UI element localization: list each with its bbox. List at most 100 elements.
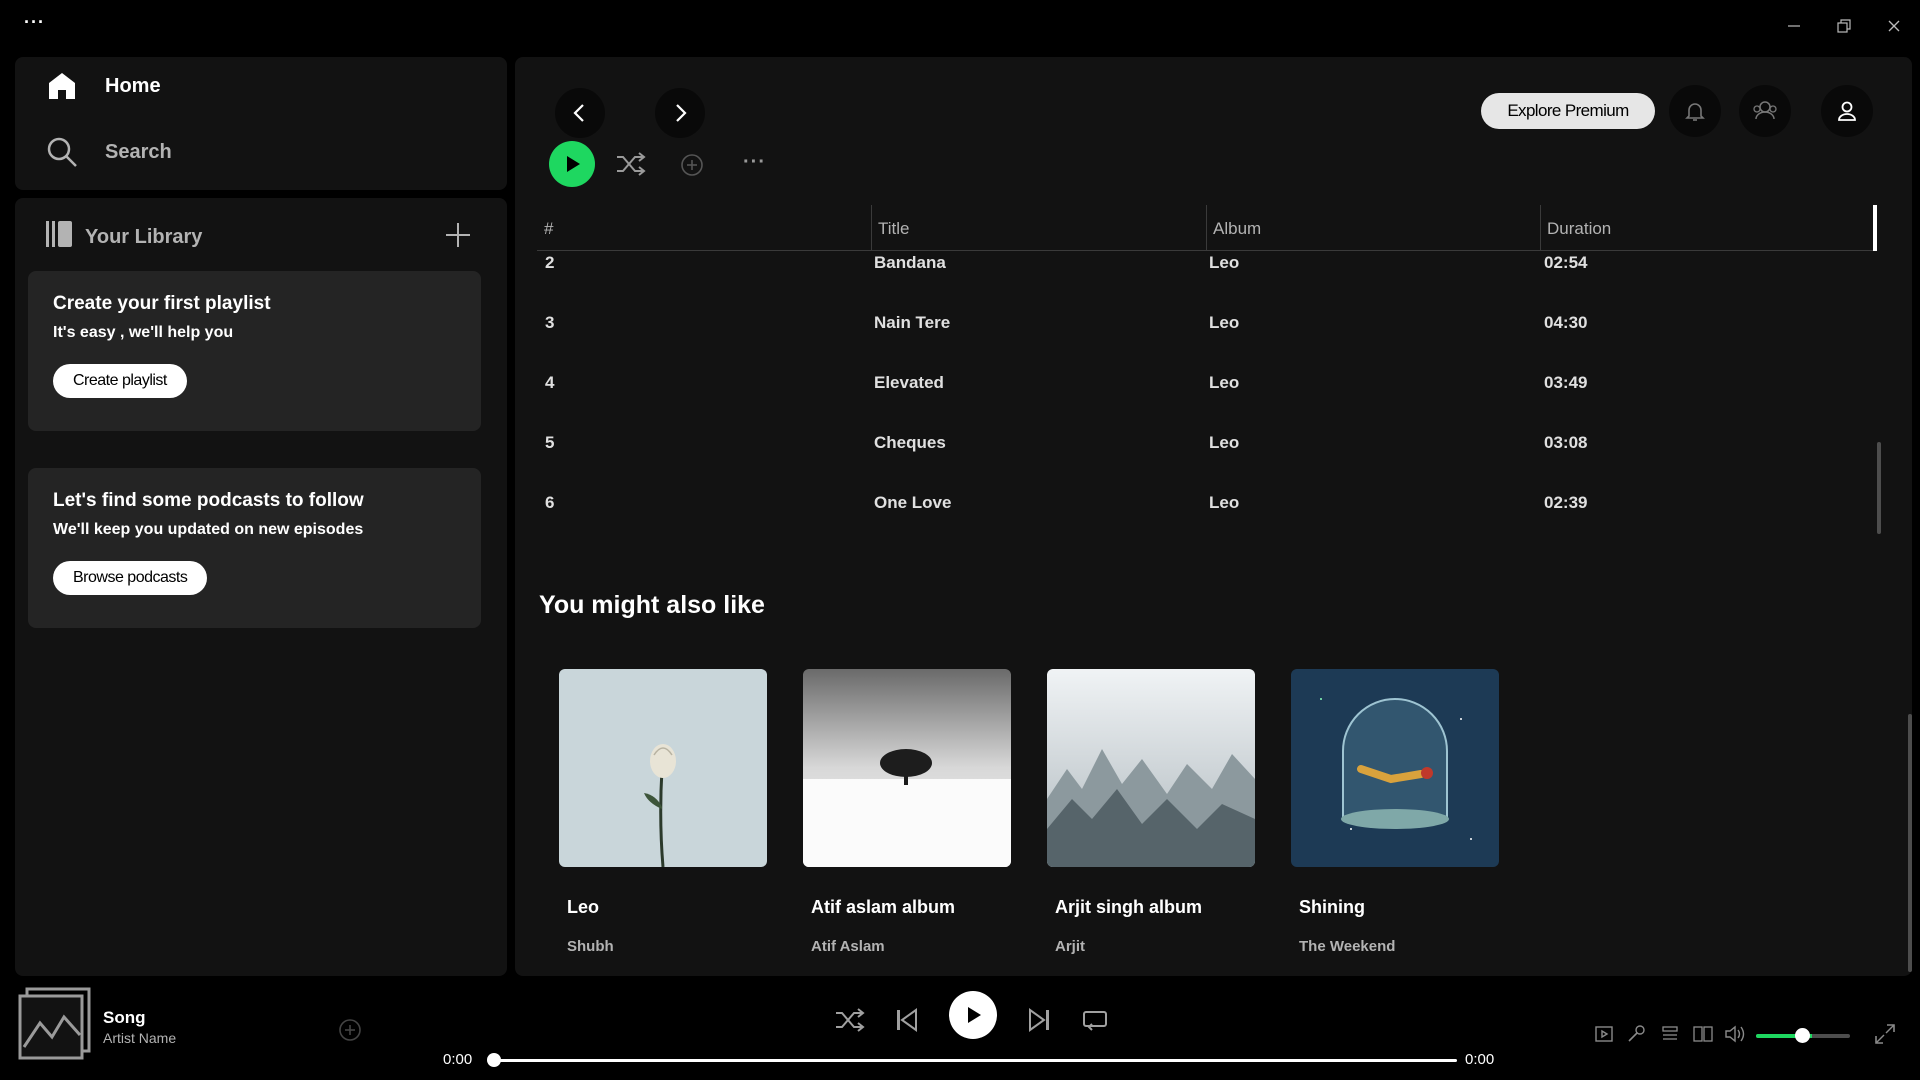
add-to-liked-button[interactable] [338, 1018, 362, 1047]
play-button[interactable] [549, 141, 595, 187]
library-icon [43, 218, 75, 256]
close-icon [1888, 20, 1900, 32]
notifications-button[interactable] [1669, 85, 1721, 137]
track-album[interactable]: Leo [1209, 373, 1239, 393]
track-duration: 03:49 [1544, 373, 1588, 392]
track-album[interactable]: Leo [1209, 313, 1239, 333]
track-row[interactable]: 5 Cheques Leo 03:08 [537, 433, 1877, 463]
queue-button[interactable] [1660, 1024, 1680, 1049]
track-title: One Love [874, 493, 952, 512]
nav-search[interactable]: Search [45, 135, 172, 169]
album-art [1291, 669, 1499, 867]
close-button[interactable] [1882, 14, 1906, 38]
track-number: 2 [545, 253, 555, 272]
explore-premium-button[interactable]: Explore Premium [1481, 93, 1655, 129]
microphone-icon [1628, 1025, 1645, 1042]
shuffle-button[interactable] [615, 151, 647, 182]
user-icon [1838, 101, 1856, 121]
repeat-button[interactable] [1082, 1008, 1108, 1032]
promo-title: Create your first playlist [53, 293, 271, 314]
expand-icon [1875, 1024, 1895, 1044]
volume-handle[interactable] [1795, 1028, 1810, 1043]
minimize-button[interactable] [1782, 14, 1806, 38]
album-art [1047, 669, 1255, 867]
album-card-artist[interactable]: Arjit [1047, 938, 1255, 955]
album-card-title: Arjit singh album [1055, 897, 1203, 917]
volume-icon [1725, 1025, 1745, 1043]
album-card-artist[interactable]: Atif Aslam [803, 938, 1011, 955]
main-scrollbar[interactable] [1908, 714, 1912, 972]
repeat-icon [1083, 1011, 1107, 1031]
now-playing-artist[interactable]: Artist Name [103, 1030, 176, 1046]
create-playlist-button[interactable]: Create playlist [53, 364, 187, 398]
bell-icon [1685, 103, 1705, 121]
restore-button[interactable] [1832, 14, 1856, 38]
more-options-button[interactable]: ··· [743, 151, 766, 174]
now-playing-icon [1595, 1026, 1613, 1042]
previous-button[interactable] [894, 1007, 920, 1033]
add-to-library-button[interactable] [680, 153, 704, 182]
track-row[interactable]: 3 Nain Tere Leo 04:30 [537, 313, 1877, 343]
album-card-title: Atif aslam album [811, 897, 956, 917]
mute-button[interactable] [1724, 1024, 1746, 1049]
queue-icon [1662, 1026, 1678, 1040]
chevron-right-icon [676, 104, 687, 122]
connect-device-button[interactable] [1692, 1024, 1714, 1049]
player-bar: Song Artist Name 0:00 0:00 [0, 980, 1920, 1080]
profile-button[interactable] [1821, 85, 1873, 137]
back-button[interactable] [555, 88, 605, 138]
album-card-title: Shining [1299, 897, 1365, 917]
track-row[interactable]: 6 One Love Leo 02:39 [537, 493, 1877, 523]
skip-back-icon [897, 1008, 917, 1032]
progress-bar[interactable] [492, 1059, 1457, 1062]
track-row[interactable]: 2 Bandana Leo 02:54 [537, 253, 1877, 283]
forward-button[interactable] [655, 88, 705, 138]
track-number: 6 [545, 493, 555, 512]
track-number: 5 [545, 433, 555, 452]
library-panel: Your Library Create your first playlist … [15, 198, 507, 976]
next-button[interactable] [1026, 1007, 1052, 1033]
restore-icon [1837, 19, 1851, 33]
shuffle-icon [836, 1008, 865, 1032]
nav-home-label: Home [105, 74, 161, 97]
shuffle-icon [617, 152, 646, 176]
track-number: 3 [545, 313, 555, 332]
album-card[interactable]: Atif aslam album Atif Aslam [803, 669, 1011, 955]
add-playlist-button[interactable] [443, 220, 473, 250]
play-icon [567, 156, 580, 172]
album-card[interactable]: Shining The Weekend [1291, 669, 1499, 955]
now-playing-title[interactable]: Song [103, 1008, 146, 1028]
play-icon [968, 1007, 981, 1023]
album-art [559, 669, 767, 867]
album-card[interactable]: Arjit singh album Arjit [1047, 669, 1255, 955]
fullscreen-button[interactable] [1873, 1022, 1897, 1051]
track-duration: 02:39 [1544, 493, 1588, 512]
total-time: 0:00 [1465, 1051, 1495, 1068]
friend-activity-button[interactable] [1739, 85, 1791, 137]
track-title: Bandana [874, 253, 946, 272]
album-card[interactable]: Leo Shubh [559, 669, 767, 955]
main-panel: Explore Premium ··· # Title Album Durati… [515, 57, 1912, 976]
app-menu-button[interactable]: ··· [24, 12, 45, 33]
title-bar: ··· [0, 0, 1920, 52]
browse-podcasts-button[interactable]: Browse podcasts [53, 561, 208, 595]
skip-forward-icon [1029, 1008, 1049, 1032]
create-playlist-promo: Create your first playlist It's easy , w… [28, 271, 481, 431]
track-album[interactable]: Leo [1209, 433, 1239, 453]
add-circle-icon [339, 1019, 361, 1041]
elapsed-time: 0:00 [443, 1051, 473, 1068]
track-duration: 04:30 [1544, 313, 1588, 332]
now-playing-view-button[interactable] [1594, 1024, 1614, 1049]
nav-home[interactable]: Home [45, 69, 161, 103]
track-album[interactable]: Leo [1209, 493, 1239, 513]
track-row[interactable]: 4 Elevated Leo 03:49 [537, 373, 1877, 403]
album-card-artist[interactable]: Shubh [559, 938, 767, 955]
lyrics-button[interactable] [1626, 1024, 1646, 1049]
play-pause-button[interactable] [949, 991, 997, 1039]
tracklist-scrollbar[interactable] [1877, 442, 1881, 534]
track-album[interactable]: Leo [1209, 253, 1239, 273]
album-card-artist[interactable]: The Weekend [1291, 938, 1499, 955]
progress-handle[interactable] [487, 1053, 501, 1067]
your-library-button[interactable]: Your Library [43, 218, 202, 256]
shuffle-button[interactable] [834, 1007, 866, 1033]
